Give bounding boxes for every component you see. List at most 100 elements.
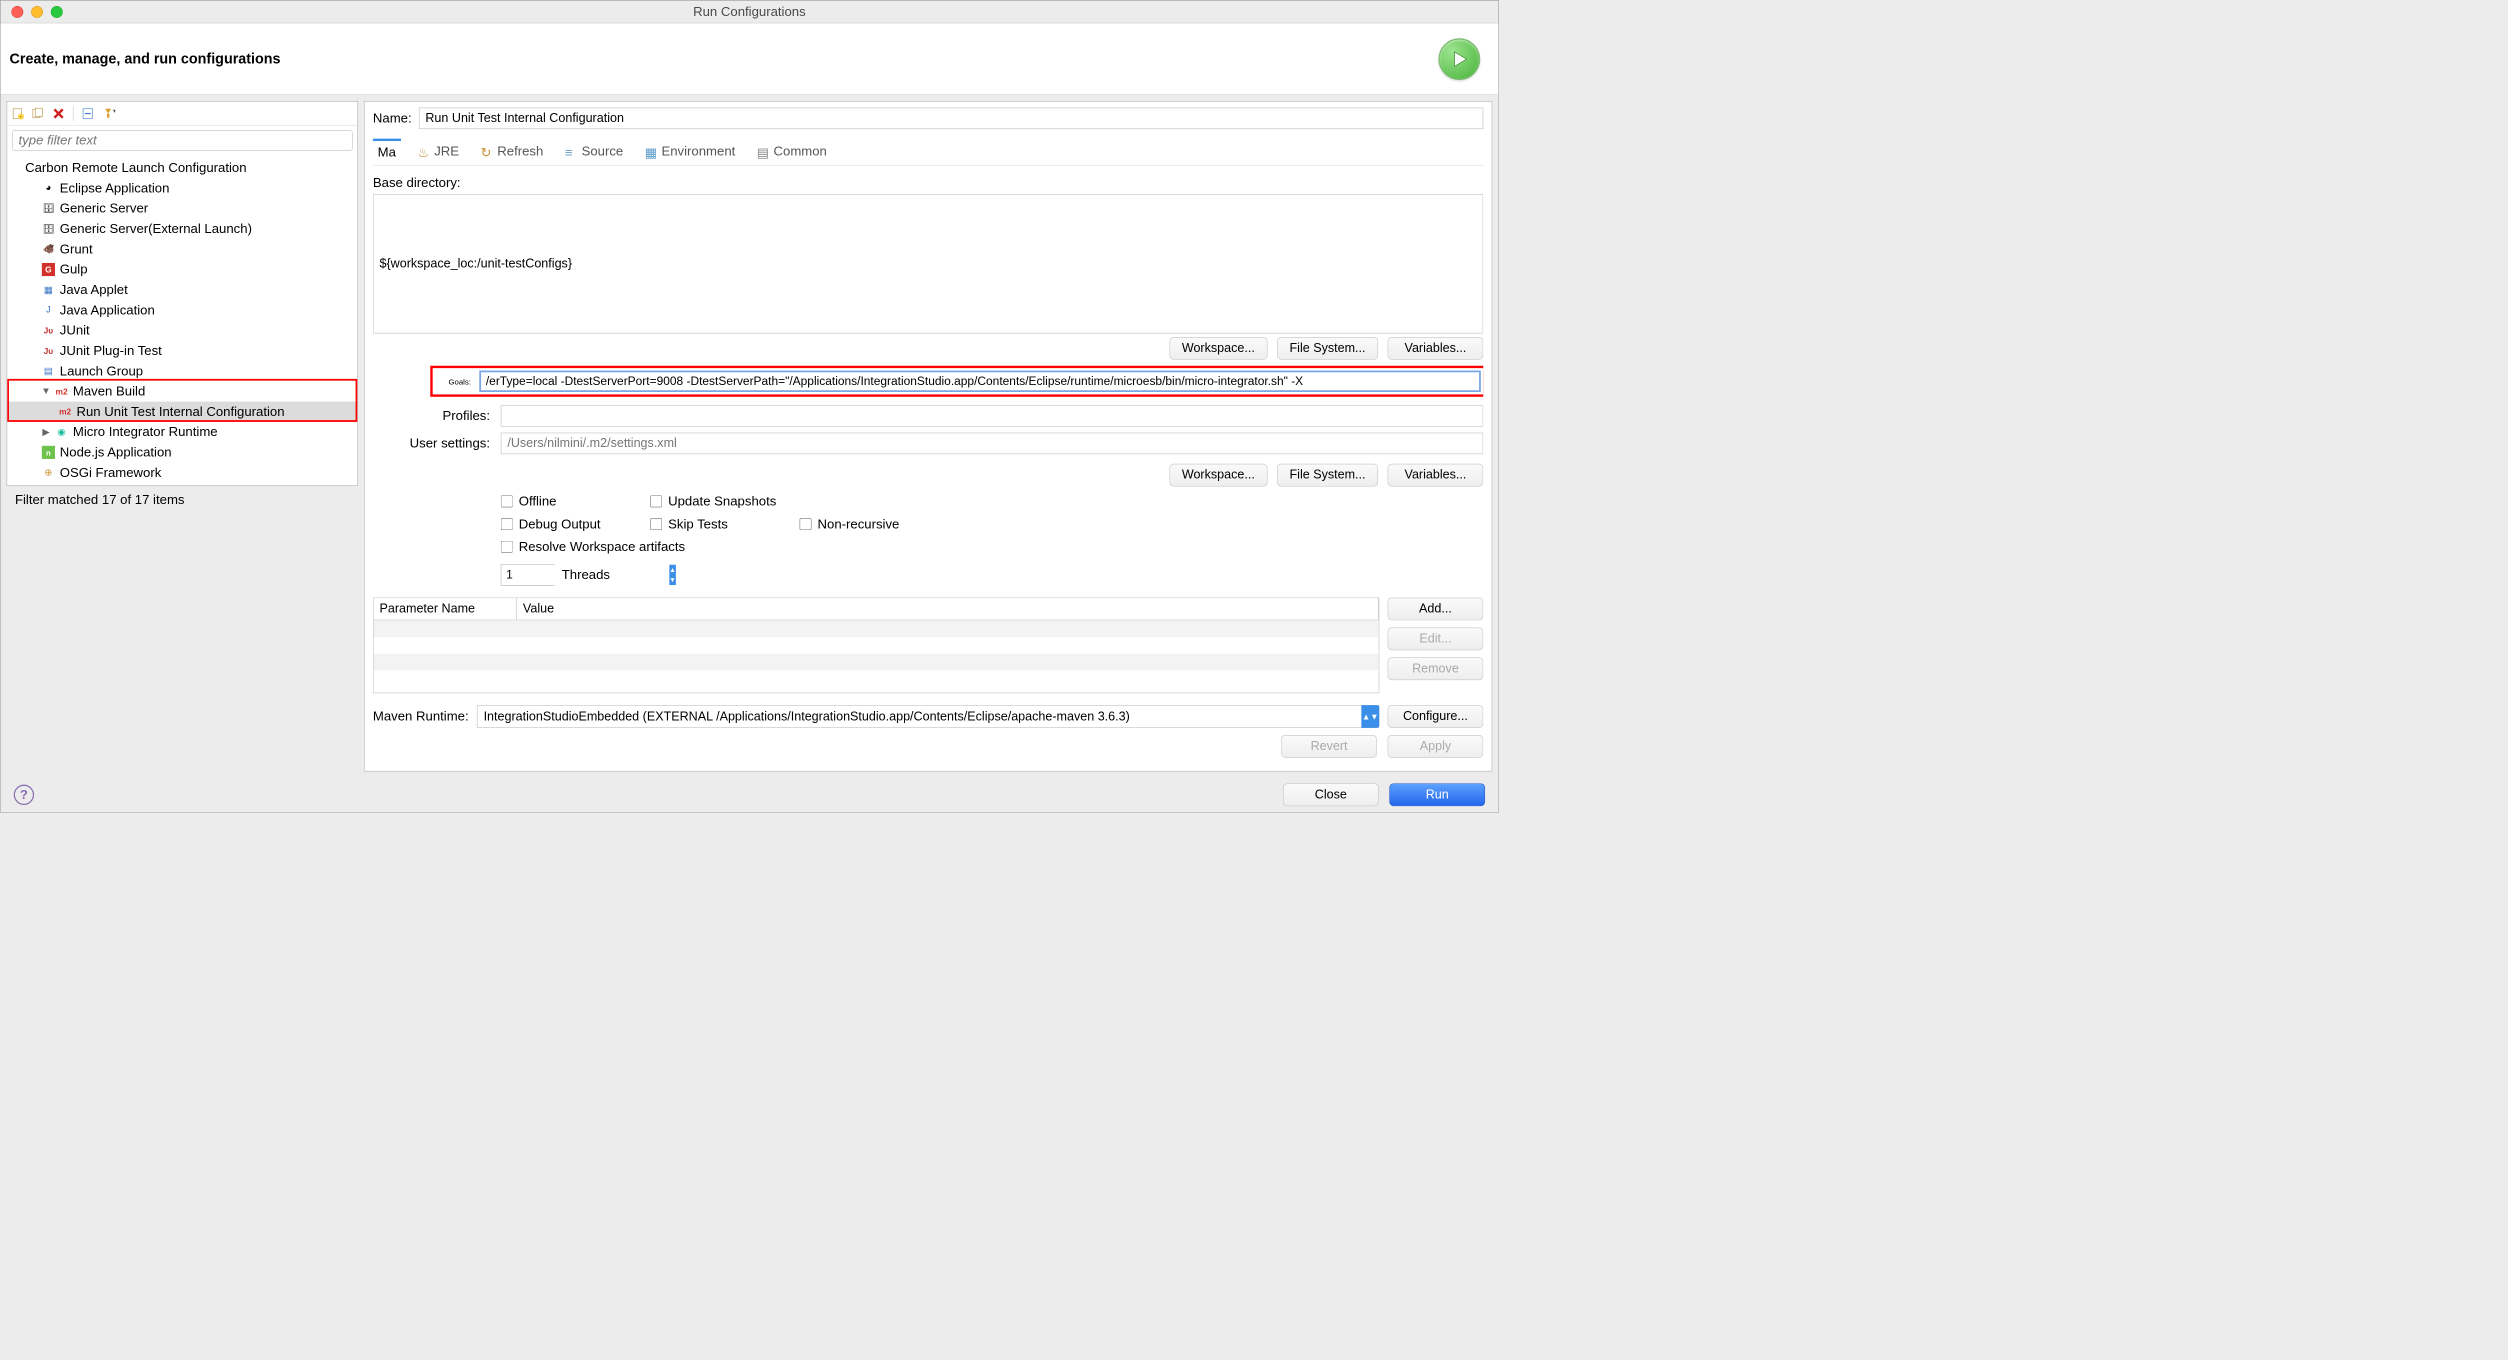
offline-checkbox[interactable]: Offline [501, 494, 626, 510]
add-param-button[interactable]: Add... [1388, 598, 1484, 621]
name-input[interactable] [419, 108, 1483, 130]
junit-icon: Jᴜ [42, 324, 55, 337]
new-config-button[interactable]: + [10, 105, 27, 122]
user-settings-input[interactable] [501, 433, 1483, 455]
common-icon: ▤ [757, 145, 769, 157]
server-icon: 🗄 [42, 222, 55, 235]
tree-item-grunt[interactable]: 🐗Grunt [7, 239, 357, 259]
filter-input[interactable] [12, 130, 353, 150]
tree-item-carbon[interactable]: Carbon Remote Launch Configuration [7, 158, 357, 178]
help-icon[interactable]: ? [14, 785, 34, 805]
profiles-input[interactable] [501, 405, 1483, 427]
tree-label: Grunt [60, 241, 93, 257]
tree-item-gulp[interactable]: GGulp [7, 259, 357, 279]
update-snapshots-checkbox[interactable]: Update Snapshots [650, 494, 776, 510]
applet-icon: ▦ [42, 283, 55, 296]
tree-item-nodejs[interactable]: nNode.js Application [7, 442, 357, 462]
param-value-header: Value [517, 598, 1379, 620]
tree-item-generic-server-ext[interactable]: 🗄 Generic Server(External Launch) [7, 219, 357, 239]
duplicate-button[interactable] [30, 105, 47, 122]
tree-item-micro-integrator[interactable]: ▶◉Micro Integrator Runtime [7, 422, 357, 442]
tree-item-junit[interactable]: JᴜJUnit [7, 320, 357, 340]
tree-item-eclipse[interactable]: ◕Eclipse Application [7, 178, 357, 198]
config-tree[interactable]: Carbon Remote Launch Configuration ◕Ecli… [7, 155, 357, 485]
debug-output-checkbox[interactable]: Debug Output [501, 516, 626, 532]
titlebar[interactable]: Run Configurations [1, 1, 1499, 24]
tab-jre[interactable]: ♨JRE [413, 139, 464, 164]
threads-spinner[interactable]: ▲▼ [501, 564, 555, 586]
expand-arrow-icon[interactable]: ▶ [42, 426, 50, 438]
window-maximize-icon[interactable] [51, 6, 63, 18]
tab-refresh[interactable]: ↻Refresh [476, 139, 548, 164]
param-rows [374, 620, 1379, 692]
tab-source[interactable]: ≡Source [560, 139, 628, 164]
parameter-table[interactable]: Parameter Name Value [373, 598, 1379, 694]
tab-label: Common [774, 143, 827, 159]
close-button[interactable]: Close [1283, 783, 1379, 806]
filesystem-button[interactable]: File System... [1277, 337, 1378, 360]
tree-label: Generic Server(External Launch) [60, 221, 252, 237]
tab-label: Environment [661, 143, 735, 159]
tree-label: Eclipse Application [60, 180, 170, 196]
goals-input[interactable] [479, 371, 1481, 393]
tree-item-junit-plugin[interactable]: JᴜJUnit Plug-in Test [7, 341, 357, 361]
tree-item-osgi[interactable]: ⊕OSGi Framework [7, 463, 357, 483]
left-toolbar: + ▾ [7, 102, 357, 126]
toolbar-separator [73, 105, 74, 121]
right-panel: Name: Ma ♨JRE ↻Refresh ≡Source ▦Environm… [364, 101, 1492, 772]
checkbox-label: Skip Tests [668, 516, 728, 532]
tree-item-java-app[interactable]: JJava Application [7, 300, 357, 320]
checkbox-label: Debug Output [519, 516, 601, 532]
environment-icon: ▦ [645, 145, 657, 157]
collapse-all-button[interactable] [79, 105, 96, 122]
skip-tests-checkbox[interactable]: Skip Tests [650, 516, 775, 532]
resolve-workspace-checkbox[interactable]: Resolve Workspace artifacts [501, 539, 740, 555]
tab-environment[interactable]: ▦ Environment [640, 139, 740, 164]
jre-icon: ♨ [417, 145, 429, 157]
tree-label: Node.js Application [60, 445, 172, 461]
checkbox-label: Update Snapshots [668, 494, 776, 510]
dialog-footer: ? Close Run [1, 777, 1499, 812]
expand-arrow-icon[interactable]: ▼ [42, 386, 50, 397]
spinner-up-icon[interactable]: ▲ [669, 565, 676, 575]
tree-item-launch-group[interactable]: ▤Launch Group [7, 361, 357, 381]
base-dir-input[interactable] [373, 194, 1483, 333]
variables-button[interactable]: Variables... [1388, 337, 1484, 360]
window-minimize-icon[interactable] [31, 6, 43, 18]
left-panel: + ▾ Carbon Remote Launch Configuration ◕… [7, 101, 358, 486]
maven-runtime-select[interactable]: IntegrationStudioEmbedded (EXTERNAL /App… [477, 705, 1379, 728]
non-recursive-checkbox[interactable]: Non-recursive [800, 516, 925, 532]
spinner-down-icon[interactable]: ▼ [669, 575, 676, 585]
tree-item-generic-server[interactable]: 🗄Generic Server [7, 198, 357, 218]
configure-button[interactable]: Configure... [1388, 705, 1484, 728]
window-close-icon[interactable] [11, 6, 23, 18]
delete-button[interactable] [50, 105, 67, 122]
gulp-icon: G [42, 263, 55, 276]
tab-label: Ma [378, 145, 396, 161]
filesystem-button-2[interactable]: File System... [1277, 464, 1378, 487]
maven-runtime-label: Maven Runtime: [373, 709, 469, 725]
run-button[interactable]: Run [1389, 783, 1485, 806]
java-icon: J [42, 304, 55, 317]
user-settings-label: User settings: [373, 436, 493, 452]
variables-button-2[interactable]: Variables... [1388, 464, 1484, 487]
micro-integrator-icon: ◉ [55, 425, 68, 438]
tab-common[interactable]: ▤ Common [752, 139, 832, 164]
filter-button[interactable]: ▾ [100, 105, 117, 122]
tab-main[interactable]: Ma [373, 139, 401, 164]
edit-param-button[interactable]: Edit... [1388, 627, 1484, 650]
revert-button[interactable]: Revert [1281, 735, 1377, 758]
tree-item-maven-build[interactable]: ▼m2Maven Build [7, 381, 357, 401]
filter-status: Filter matched 17 of 17 items [7, 486, 358, 513]
window-title: Run Configurations [693, 4, 806, 20]
checkbox-label: Resolve Workspace artifacts [519, 539, 685, 555]
workspace-button-2[interactable]: Workspace... [1169, 464, 1267, 487]
goals-label: Goals: [435, 377, 471, 386]
profiles-label: Profiles: [373, 408, 493, 424]
tree-item-java-applet[interactable]: ▦Java Applet [7, 280, 357, 300]
osgi-icon: ⊕ [42, 466, 55, 479]
remove-param-button[interactable]: Remove [1388, 657, 1484, 680]
apply-button[interactable]: Apply [1388, 735, 1484, 758]
workspace-button[interactable]: Workspace... [1169, 337, 1267, 360]
tree-item-run-unit-test[interactable]: m2Run Unit Test Internal Configuration [7, 402, 357, 422]
